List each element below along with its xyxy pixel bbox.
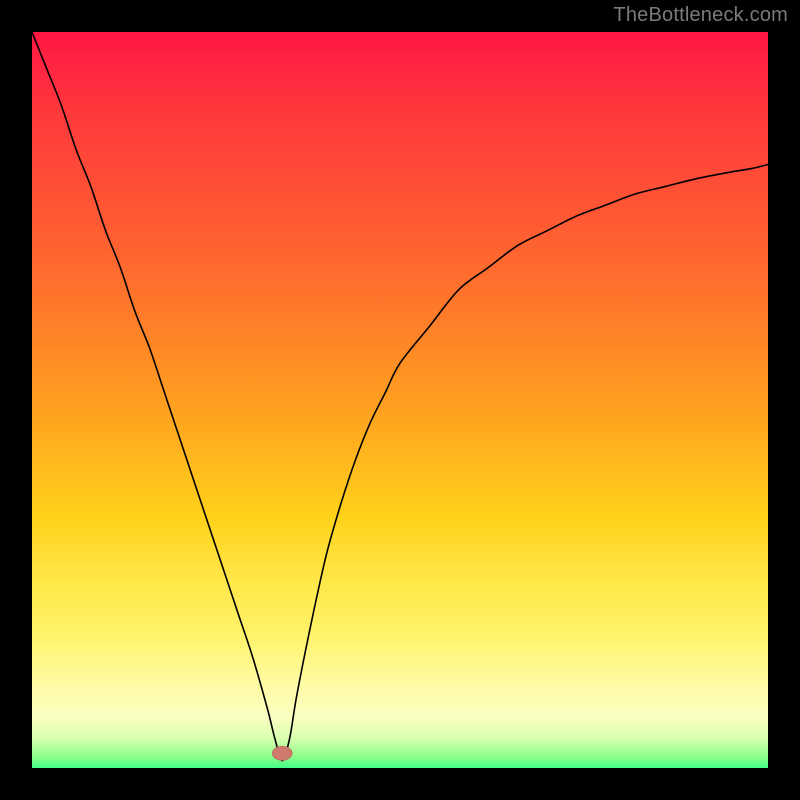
bottleneck-curve (32, 32, 768, 761)
bottleneck-curve-svg (32, 32, 768, 768)
min-point-marker (272, 746, 292, 760)
chart-frame: TheBottleneck.com (0, 0, 800, 800)
plot-area (32, 32, 768, 768)
watermark-text: TheBottleneck.com (613, 4, 788, 27)
